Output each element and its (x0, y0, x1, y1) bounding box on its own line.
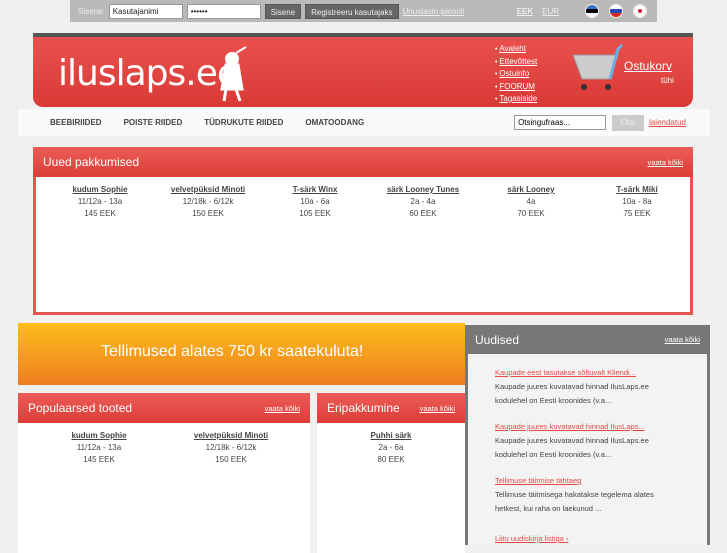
product-item: T-särk Winx 10a - 6a 105 EEK (262, 184, 368, 220)
product-item: kudum Sophie 11/12a - 13a 145 EEK (33, 430, 165, 466)
newsletter-subscribe-link[interactable]: Liitu uudiskirja listiga › (495, 532, 673, 546)
nav-about[interactable]: Ettevõttest (499, 57, 537, 66)
product-price: 70 EEK (517, 209, 545, 218)
register-button[interactable]: Registreeru kasutajaks (305, 3, 399, 19)
cart-status: tühi (661, 76, 674, 85)
estonian-flag-icon[interactable] (585, 4, 599, 18)
product-link[interactable]: velvetpüksid Minoti (171, 185, 245, 194)
nav-home[interactable]: Avaleht (499, 44, 526, 53)
currency-eek[interactable]: EEK (517, 7, 533, 16)
cart-link[interactable]: Ostukorv (624, 59, 672, 73)
shopping-cart-icon[interactable] (570, 41, 624, 96)
search-input[interactable] (514, 115, 607, 130)
product-price: 145 EEK (84, 209, 116, 218)
news-title-link[interactable]: Kaupade eest tasutakse sõltuvalt Kliendi… (495, 366, 673, 380)
product-size: 10a - 6a (300, 197, 330, 206)
news-title-link[interactable]: Kaupade juures kuvatavad hinnad IlusLaps… (495, 420, 673, 434)
logo[interactable]: iluslaps.ee (58, 53, 239, 94)
product-link[interactable]: Puhhi särk (371, 431, 412, 440)
view-all-link[interactable]: vaata kõiki (420, 404, 455, 413)
product-item: särk Looney Tunes 2a - 4a 60 EEK (368, 184, 478, 220)
panel-title: Populaarsed tooted (28, 401, 133, 415)
popular-products-panel: Populaarsed tooted vaata kõiki kudum Soph… (18, 393, 310, 553)
advanced-search-link[interactable]: laiendatud (649, 118, 686, 127)
banner-text: Tellimused alates 750 kr saatekuluta! (101, 343, 364, 360)
username-input[interactable] (108, 3, 183, 19)
product-price: 60 EEK (409, 209, 437, 218)
product-size: 11/12a - 13a (76, 443, 122, 452)
forgot-password-link[interactable]: Unustasin parooli (403, 7, 465, 16)
view-all-link[interactable]: vaata kõiki (265, 404, 300, 413)
site-header: iluslaps.ee Avaleht Ettevõttest Ostuinfo… (33, 33, 693, 107)
product-item: velvetpüksid Minoti 12/18k - 6/12k 150 EEK (154, 184, 262, 220)
product-size: 10a - 8a (622, 197, 652, 206)
special-offer-panel: Eripakkumine vaata kõiki Puhhi särk 2a - 6… (317, 393, 465, 553)
girl-silhouette-icon (220, 46, 247, 102)
product-item: T-särk Miki 10a - 8a 75 EEK (584, 184, 690, 220)
russian-flag-icon[interactable] (609, 4, 623, 18)
product-link[interactable]: T-särk Winx (293, 185, 338, 194)
panel-title: Eripakkumine (327, 401, 400, 415)
currency-eur[interactable]: EUR (542, 7, 559, 16)
news-excerpt: Kaupade juures kuvatavad hinnad IlusLaps… (495, 382, 649, 405)
category-nav: BEEBIRIIDED POISTE RIIDED TÜDRUKUTE RIID… (18, 109, 710, 136)
product-price: 150 EEK (215, 455, 247, 464)
news-panel: Uudised vaata kõiki Kaupade eest tasutaks… (465, 325, 710, 545)
login-button[interactable]: Sisene (264, 3, 302, 19)
view-all-link[interactable]: vaata kõiki (648, 158, 683, 167)
product-price: 150 EEK (192, 209, 224, 218)
header-nav: Avaleht Ettevõttest Ostuinfo FOORUM Taga… (495, 43, 537, 106)
product-price: 80 EEK (377, 455, 405, 464)
english-flag-icon[interactable] (633, 4, 647, 18)
product-size: 12/18k - 6/12k (182, 197, 234, 206)
nav-girls-clothes[interactable]: TÜDRUKUTE RIIDED (204, 118, 283, 127)
product-item: kudum Sophie 11/12a - 13a 145 EEK (46, 184, 154, 220)
login-label: Sisene: (78, 6, 105, 16)
product-price: 105 EEK (299, 209, 331, 218)
panel-title: Uued pakkumised (43, 155, 140, 169)
nav-forum[interactable]: FOORUM (499, 82, 535, 91)
password-input[interactable] (186, 3, 261, 19)
product-size: 12/18k - 6/12k (205, 443, 257, 452)
new-offers-panel: Uued pakkumisedvaata kõiki /* placeholde… (33, 147, 693, 315)
product-size: 11/12a - 13a (77, 197, 123, 206)
view-all-link[interactable]: vaata kõiki (665, 335, 700, 344)
nav-baby-clothes[interactable]: BEEBIRIIDED (50, 118, 102, 127)
login-bar: Sisene: Sisene Registreeru kasutajaks Un… (70, 0, 657, 22)
nav-feedback[interactable]: Tagasiside (499, 94, 537, 103)
product-link[interactable]: T-särk Miki (616, 185, 657, 194)
product-item: Puhhi särk 2a - 6a 80 EEK (320, 430, 462, 466)
news-excerpt: Tellimuse täitmisega hakatakse tegelema … (495, 490, 654, 513)
panel-title: Uudised (475, 332, 520, 347)
news-item: Kaupade juures kuvatavad hinnad IlusLaps… (468, 420, 673, 462)
product-item: velvetpüksid Minoti 12/18k - 6/12k 150 EEK (165, 430, 297, 466)
product-link[interactable]: särk Looney (507, 185, 554, 194)
news-item: Tellimuse täitmise tähtaeg Tellimuse täit… (468, 474, 673, 516)
product-size: 4a (526, 197, 536, 206)
nav-shopping-info[interactable]: Ostuinfo (499, 69, 529, 78)
product-link[interactable]: kudum Sophie (72, 185, 127, 194)
product-price: 75 EEK (623, 209, 651, 218)
product-link[interactable]: särk Looney Tunes (387, 185, 459, 194)
nav-own-products[interactable]: OMATOODANG (305, 118, 364, 127)
news-excerpt: Kaupade juures kuvatavad hinnad IlusLaps… (495, 436, 649, 459)
news-title-link[interactable]: Tellimuse täitmise tähtaeg (495, 474, 673, 488)
search-button[interactable]: Otsi (612, 114, 645, 131)
product-price: 145 EEK (83, 455, 115, 464)
product-item: särk Looney 4a 70 EEK (478, 184, 584, 220)
product-link[interactable]: kudum Sophie (71, 431, 126, 440)
product-size: 2a - 4a (410, 197, 436, 206)
news-item: Kaupade eest tasutakse sõltuvalt Kliendi… (468, 366, 673, 408)
product-size: 2a - 6a (378, 443, 404, 452)
free-shipping-banner[interactable]: Tellimused alates 750 kr saatekuluta! (18, 323, 465, 385)
product-link[interactable]: velvetpüksid Minoti (194, 431, 268, 440)
nav-boys-clothes[interactable]: POISTE RIIDED (124, 118, 183, 127)
